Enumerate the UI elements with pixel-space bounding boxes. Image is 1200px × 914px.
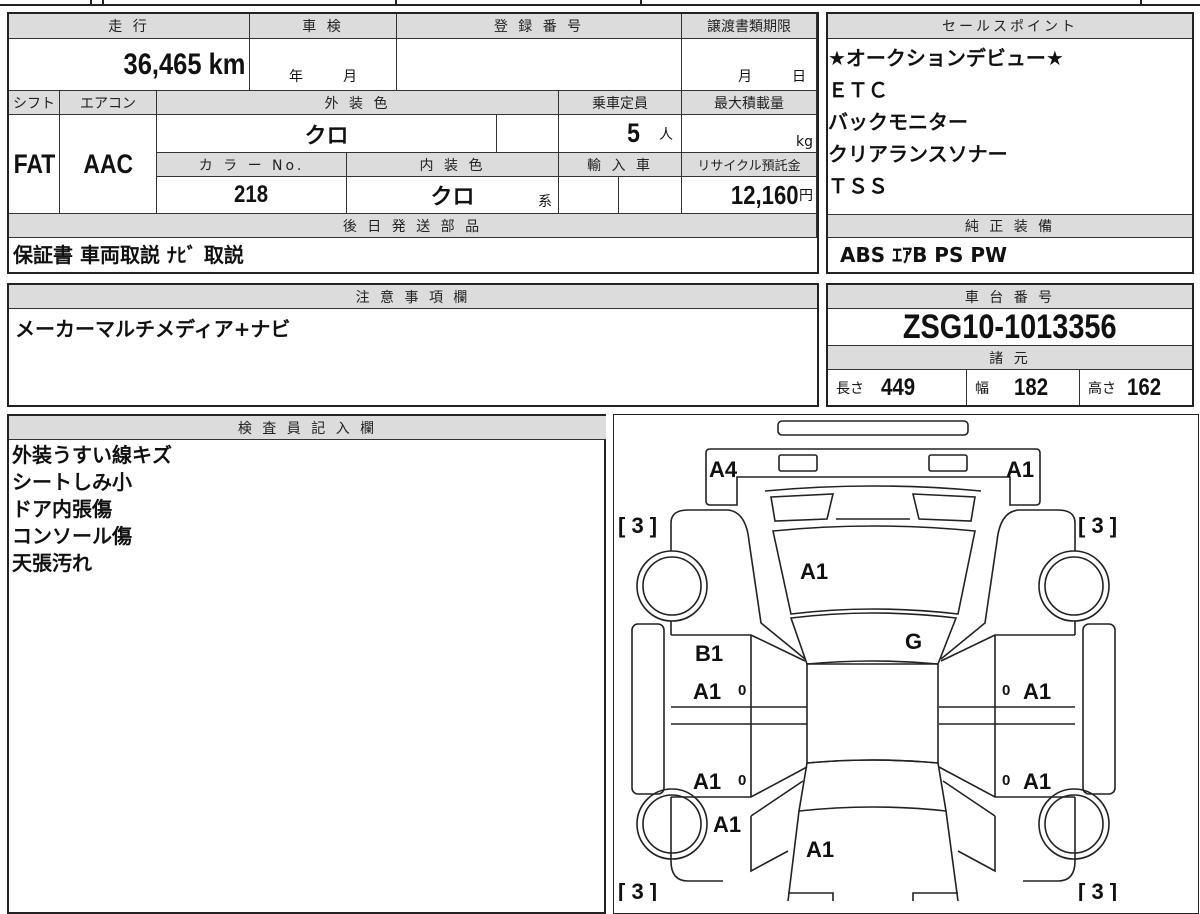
sales-points-label: セールスポイント <box>828 14 1192 39</box>
height-value: 162 <box>1127 373 1162 401</box>
exterior-color-label: 外 装 色 <box>157 91 559 115</box>
notes-value: メーカーマルチメディア+ナビ <box>15 317 291 341</box>
recycle-fee-unit: 円 <box>799 188 813 204</box>
chassis-number: ZSG10-1013356 <box>903 309 1117 346</box>
chassis-panel: 車 台 番 号 ZSG10-1013356 諸 元 長さ 449 幅 182 高さ 1… <box>826 283 1194 407</box>
recycle-fee-label: リサイクル預託金 <box>682 153 817 177</box>
mark-front-door-left-upper: B1 <box>695 641 723 666</box>
mark-trunk: A1 <box>806 837 834 862</box>
mark-front-door-left: A1 <box>693 679 721 704</box>
equipment-value: ABS ｴｱB PS PW <box>840 243 1008 267</box>
registration-label: 登 録 番 号 <box>397 14 682 39</box>
color-no-label: カ ラ ー No. <box>157 153 347 177</box>
import-label: 輸 入 車 <box>559 153 682 177</box>
length-value: 449 <box>881 373 916 401</box>
max-load-unit: kg <box>682 115 817 153</box>
inspector-note: シートしみ小 <box>12 470 132 494</box>
inspector-note: 天張汚れ <box>12 551 92 575</box>
mark-rear-door-right: A1 <box>1023 769 1051 794</box>
mark-zero: 0 <box>1002 682 1010 699</box>
aircon-value: AAC <box>83 148 133 179</box>
sales-point-item: クリアランスソナー <box>828 142 1008 166</box>
deadline-month-unit: 月 <box>738 69 752 85</box>
inspector-notes-label: 検 査 員 記 入 欄 <box>9 416 606 440</box>
width-label: 幅 <box>975 380 989 397</box>
recycle-fee-value: 12,160 <box>731 179 799 210</box>
registration-value <box>397 39 682 91</box>
interior-color-value: クロ <box>430 185 475 210</box>
width-value: 182 <box>1014 373 1049 401</box>
later-parts-label: 後 日 発 送 部 品 <box>9 214 817 238</box>
max-load-label: 最大積載量 <box>682 91 817 115</box>
mark-hood: A1 <box>800 559 828 584</box>
damage-diagram-panel: A4 A1 A1 G B1 A1 A1 A1 A1 A1 A1 0 0 0 0 … <box>613 414 1199 914</box>
transfer-deadline-label: 譲渡書類期限 <box>682 14 817 39</box>
mark-front-bumper-right: A1 <box>1006 457 1034 482</box>
inspector-notes-panel: 検 査 員 記 入 欄 外装うすい線キズ シートしみ小 ドア内張傷 コンソール傷… <box>7 414 606 914</box>
exterior-color-value: クロ <box>157 115 497 153</box>
shift-value: FAT <box>13 148 55 179</box>
deadline-day-unit: 日 <box>792 69 806 85</box>
mark-zero: 0 <box>1002 772 1010 789</box>
inspector-note: 外装うすい線キズ <box>12 443 172 467</box>
shift-label: シフト <box>9 91 60 115</box>
notes-panel: 注 意 事 項 欄 メーカーマルチメディア+ナビ <box>7 283 819 407</box>
aircon-label: エアコン <box>60 91 157 115</box>
car-diagram: A4 A1 A1 G B1 A1 A1 A1 A1 A1 A1 0 0 0 0 … <box>618 420 1117 901</box>
notes-label: 注 意 事 項 欄 <box>9 285 817 309</box>
color-no-value: 218 <box>234 181 269 208</box>
inspector-note: ドア内張傷 <box>12 497 112 521</box>
height-label: 高さ <box>1088 380 1116 397</box>
capacity-value: 5 <box>627 118 640 148</box>
tire-front-right: [ 3 ] <box>1078 513 1117 538</box>
tire-front-left: [ 3 ] <box>618 513 657 538</box>
mark-zero: 0 <box>738 772 746 789</box>
sales-point-item: ＥＴＣ <box>828 78 888 102</box>
later-parts-value: 保証書 車両取説 ﾅﾋﾞ 取説 <box>13 243 244 267</box>
sales-point-item: ★オークションデビュー★ <box>828 46 1064 70</box>
mileage-value: 36,465 km <box>123 47 245 81</box>
capacity-unit: 人 <box>659 126 673 143</box>
mark-windshield: G <box>905 629 922 654</box>
interior-color-label: 内 装 色 <box>347 153 559 177</box>
mark-rear-fender-left: A1 <box>713 812 741 837</box>
inspector-note: コンソール傷 <box>12 524 132 548</box>
sales-point-item: ＴＳＳ <box>828 174 888 198</box>
mark-front-bumper-left: A4 <box>709 457 738 482</box>
year-unit: 年 <box>289 69 303 85</box>
capacity-label: 乗車定員 <box>559 91 682 115</box>
month-unit: 月 <box>343 69 357 85</box>
interior-color-suffix: 系 <box>538 194 552 210</box>
length-label: 長さ <box>836 380 864 397</box>
tire-rear-right: [ 3 ] <box>1078 879 1117 901</box>
mark-zero: 0 <box>738 682 746 699</box>
mileage-label: 走 行 <box>9 14 250 39</box>
top-strip <box>0 0 1200 6</box>
inspection-label: 車 検 <box>250 14 397 39</box>
chassis-label: 車 台 番 号 <box>828 285 1192 309</box>
mark-rear-door-left: A1 <box>693 769 721 794</box>
vehicle-info-table: 走 行 車 検 登 録 番 号 譲渡書類期限 36,465 km 年 月 月 日 シ… <box>7 12 819 274</box>
equipment-label: 純 正 装 備 <box>828 214 1192 238</box>
sales-point-item: バックモニター <box>828 110 968 134</box>
tire-rear-left: [ 3 ] <box>618 879 657 901</box>
mark-front-door-right: A1 <box>1023 679 1051 704</box>
specs-label: 諸 元 <box>828 346 1192 370</box>
sales-points-panel: セールスポイント ★オークションデビュー★ ＥＴＣ バックモニター クリアランス… <box>826 12 1194 274</box>
